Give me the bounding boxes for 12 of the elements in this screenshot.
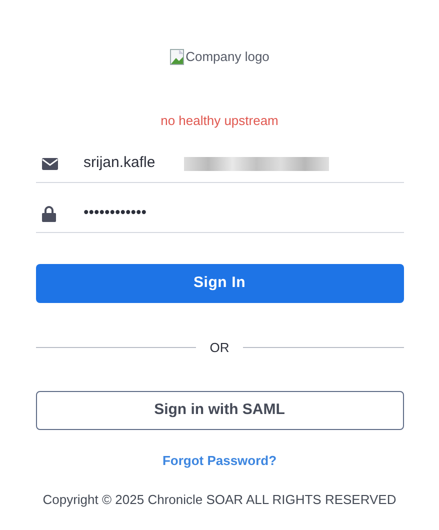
lock-icon (42, 206, 56, 222)
sign-in-button[interactable]: Sign In (36, 264, 404, 302)
logo-alt-text: Company logo (186, 48, 270, 66)
error-message: no healthy upstream (160, 112, 280, 130)
copyright-text: Copyright © 2025 Chronicle SOAR ALL RIGHTS RESERVED (42, 491, 398, 509)
separator-label: OR (208, 338, 230, 356)
password-field[interactable]: •••••••••••• (84, 202, 160, 225)
broken-image-icon (170, 49, 186, 65)
saml-sign-in-button[interactable]: Sign in with SAML (36, 391, 404, 430)
forgot-password-link[interactable]: Forgot Password? (162, 451, 277, 470)
email-field[interactable]: srijan.kafle (84, 152, 184, 175)
envelope-icon (42, 158, 58, 170)
